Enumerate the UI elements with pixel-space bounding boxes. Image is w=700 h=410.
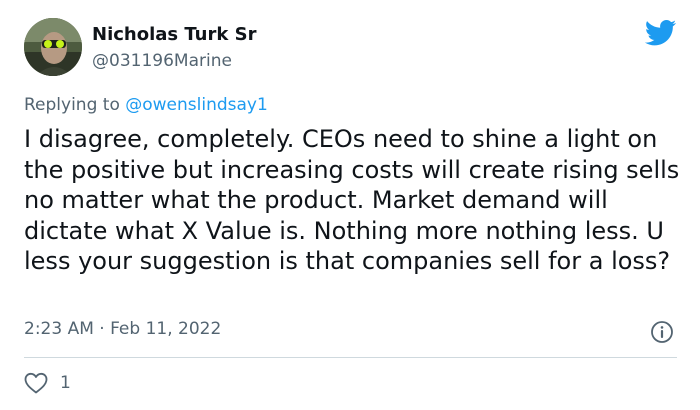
avatar-image — [24, 18, 82, 76]
info-icon[interactable] — [650, 320, 674, 344]
like-count: 1 — [60, 373, 71, 393]
heart-icon — [24, 372, 48, 394]
twitter-bird-icon[interactable] — [645, 20, 677, 46]
reply-mention-link[interactable]: @owenslindsay1 — [125, 95, 268, 115]
replying-prefix: Replying to — [24, 95, 126, 115]
author-handle[interactable]: @031196Marine — [92, 51, 232, 71]
author-name[interactable]: Nicholas Turk Sr — [92, 24, 256, 45]
replying-to: Replying to @owenslindsay1 — [24, 95, 268, 115]
divider — [24, 357, 677, 358]
avatar[interactable] — [24, 18, 82, 76]
tweet-timestamp[interactable]: 2:23 AM · Feb 11, 2022 — [24, 319, 221, 339]
like-button[interactable]: 1 — [24, 370, 71, 396]
tweet-text: I disagree, completely. CEOs need to shi… — [24, 125, 680, 275]
